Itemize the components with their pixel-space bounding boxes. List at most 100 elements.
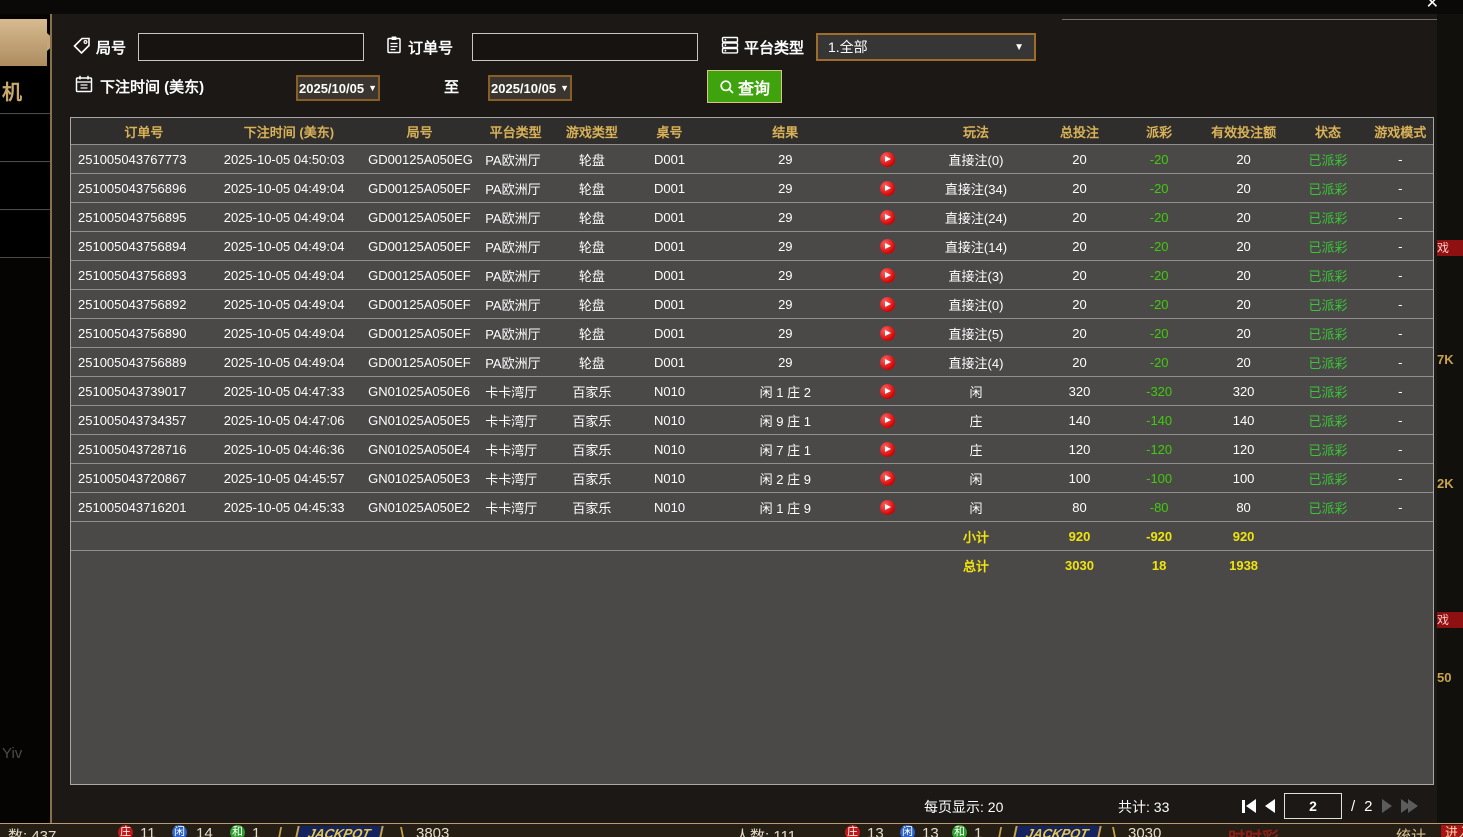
cell-table: D001: [631, 290, 709, 319]
play-icon[interactable]: [880, 239, 895, 254]
col-payout: 派彩: [1120, 118, 1199, 145]
play-icon[interactable]: [880, 268, 895, 283]
cell-game-mode: -: [1368, 145, 1434, 174]
cell-game-type: 轮盘: [553, 348, 631, 377]
cell-status: 已派彩: [1289, 435, 1368, 464]
col-bet-type: 玩法: [913, 118, 1040, 145]
cell-total-bet: 20: [1039, 145, 1119, 174]
sidebar: 机 Yiv: [0, 14, 52, 823]
cell-valid-bet: 120: [1199, 435, 1289, 464]
cell-result: 29: [708, 290, 862, 319]
col-status: 状态: [1289, 118, 1368, 145]
play-icon[interactable]: [880, 210, 895, 225]
cell-table: D001: [631, 348, 709, 377]
page-input[interactable]: [1284, 793, 1342, 819]
cell-table: N010: [631, 464, 709, 493]
close-icon[interactable]: ✕: [1426, 0, 1439, 12]
sidebar-active-tab[interactable]: [0, 19, 47, 66]
col-game-mode: 游戏模式: [1368, 118, 1434, 145]
play-icon[interactable]: [880, 326, 895, 341]
play-icon[interactable]: [880, 471, 895, 486]
prev-page-button[interactable]: [1265, 799, 1275, 813]
play-icon[interactable]: [880, 355, 895, 370]
cell-result: 29: [708, 232, 862, 261]
cell-platform: PA欧洲厅: [478, 290, 553, 319]
pager: / 2: [1242, 793, 1418, 819]
cell-game-type: 百家乐: [553, 377, 631, 406]
cell-bet-time: 2025-10-05 04:45:57: [217, 464, 361, 493]
cell-total-bet: 140: [1039, 406, 1119, 435]
cell-result: 29: [708, 348, 862, 377]
date-to-picker[interactable]: 2025/10/05 ▼: [488, 75, 572, 101]
cell-order: 251005043720867: [71, 464, 217, 493]
play-icon[interactable]: [880, 384, 895, 399]
cell-result: 29: [708, 145, 862, 174]
sidebar-tab-machine[interactable]: 机: [0, 67, 50, 114]
table-row: 251005043756895 2025-10-05 04:49:04 GD00…: [71, 203, 1433, 232]
cell-status: 已派彩: [1289, 406, 1368, 435]
cell-platform: 卡卡湾厅: [478, 406, 553, 435]
grand-total-total: 3030: [1039, 551, 1119, 580]
query-button-label: 查询: [738, 75, 770, 99]
cell-platform: 卡卡湾厅: [478, 377, 553, 406]
cell-bet-type: 直接注(0): [913, 290, 1040, 319]
cell-round: GN01025A050E4: [361, 435, 478, 464]
next-page-button[interactable]: [1382, 799, 1392, 813]
bet-records-table: 订单号 下注时间 (美东) 局号 平台类型 游戏类型 桌号 结果 玩法 总投注 …: [70, 117, 1434, 785]
cell-total-bet: 20: [1039, 174, 1119, 203]
cell-round: GN01025A050E3: [361, 464, 478, 493]
cell-valid-bet: 20: [1199, 232, 1289, 261]
play-icon[interactable]: [880, 413, 895, 428]
cell-valid-bet: 20: [1199, 174, 1289, 203]
round-input[interactable]: [138, 33, 364, 61]
date-from-value: 2025/10/05: [299, 81, 364, 96]
cell-order: 251005043739017: [71, 377, 217, 406]
col-platform: 平台类型: [478, 118, 553, 145]
play-icon[interactable]: [880, 442, 895, 457]
background-count: 人数: 111: [735, 825, 796, 837]
sidebar-tab[interactable]: [0, 163, 50, 210]
cell-status: 已派彩: [1289, 261, 1368, 290]
grand-total-row: 总计 3030 18 1938: [71, 551, 1433, 580]
sidebar-tab[interactable]: [0, 115, 50, 162]
sidebar-tab[interactable]: [0, 211, 50, 258]
play-icon[interactable]: [880, 181, 895, 196]
cell-game-mode: -: [1368, 203, 1434, 232]
cell-bet-time: 2025-10-05 04:46:36: [217, 435, 361, 464]
player-count: 14: [196, 825, 213, 837]
calendar-icon: [74, 74, 94, 94]
cell-bet-type: 直接注(34): [913, 174, 1040, 203]
cell-total-bet: 20: [1039, 290, 1119, 319]
cell-payout: -140: [1120, 406, 1199, 435]
cell-platform: 卡卡湾厅: [478, 464, 553, 493]
cell-round: GD00125A050EF: [361, 203, 478, 232]
subtotal-payout: -920: [1120, 522, 1199, 551]
query-button[interactable]: 查询: [707, 70, 782, 103]
cell-game-type: 轮盘: [553, 261, 631, 290]
cell-order: 251005043756894: [71, 232, 217, 261]
tag-icon: [72, 36, 92, 56]
cell-round: GN01025A050E2: [361, 493, 478, 522]
play-icon[interactable]: [880, 152, 895, 167]
cell-result: 闲 2 庄 9: [708, 464, 862, 493]
first-page-button[interactable]: [1242, 799, 1256, 813]
cell-order: 251005043756892: [71, 290, 217, 319]
cell-table: D001: [631, 174, 709, 203]
cell-valid-bet: 20: [1199, 348, 1289, 377]
order-input[interactable]: [472, 33, 698, 61]
cell-game-mode: -: [1368, 319, 1434, 348]
play-icon[interactable]: [880, 500, 895, 515]
table-row: 251005043767773 2025-10-05 04:50:03 GD00…: [71, 145, 1433, 174]
date-from-picker[interactable]: 2025/10/05 ▼: [296, 75, 380, 101]
play-icon[interactable]: [880, 297, 895, 312]
platform-label: 平台类型: [744, 37, 804, 58]
chevron-down-icon: ▼: [1014, 42, 1024, 53]
cell-table: D001: [631, 203, 709, 232]
platform-select[interactable]: 1.全部 ▼: [816, 33, 1036, 61]
background-fragment: 2K: [1437, 476, 1463, 491]
cell-bet-type: 直接注(14): [913, 232, 1040, 261]
cell-bet-time: 2025-10-05 04:49:04: [217, 348, 361, 377]
stats-button: 统计: [1396, 825, 1426, 837]
last-page-button[interactable]: [1401, 799, 1418, 813]
cell-bet-type: 直接注(3): [913, 261, 1040, 290]
